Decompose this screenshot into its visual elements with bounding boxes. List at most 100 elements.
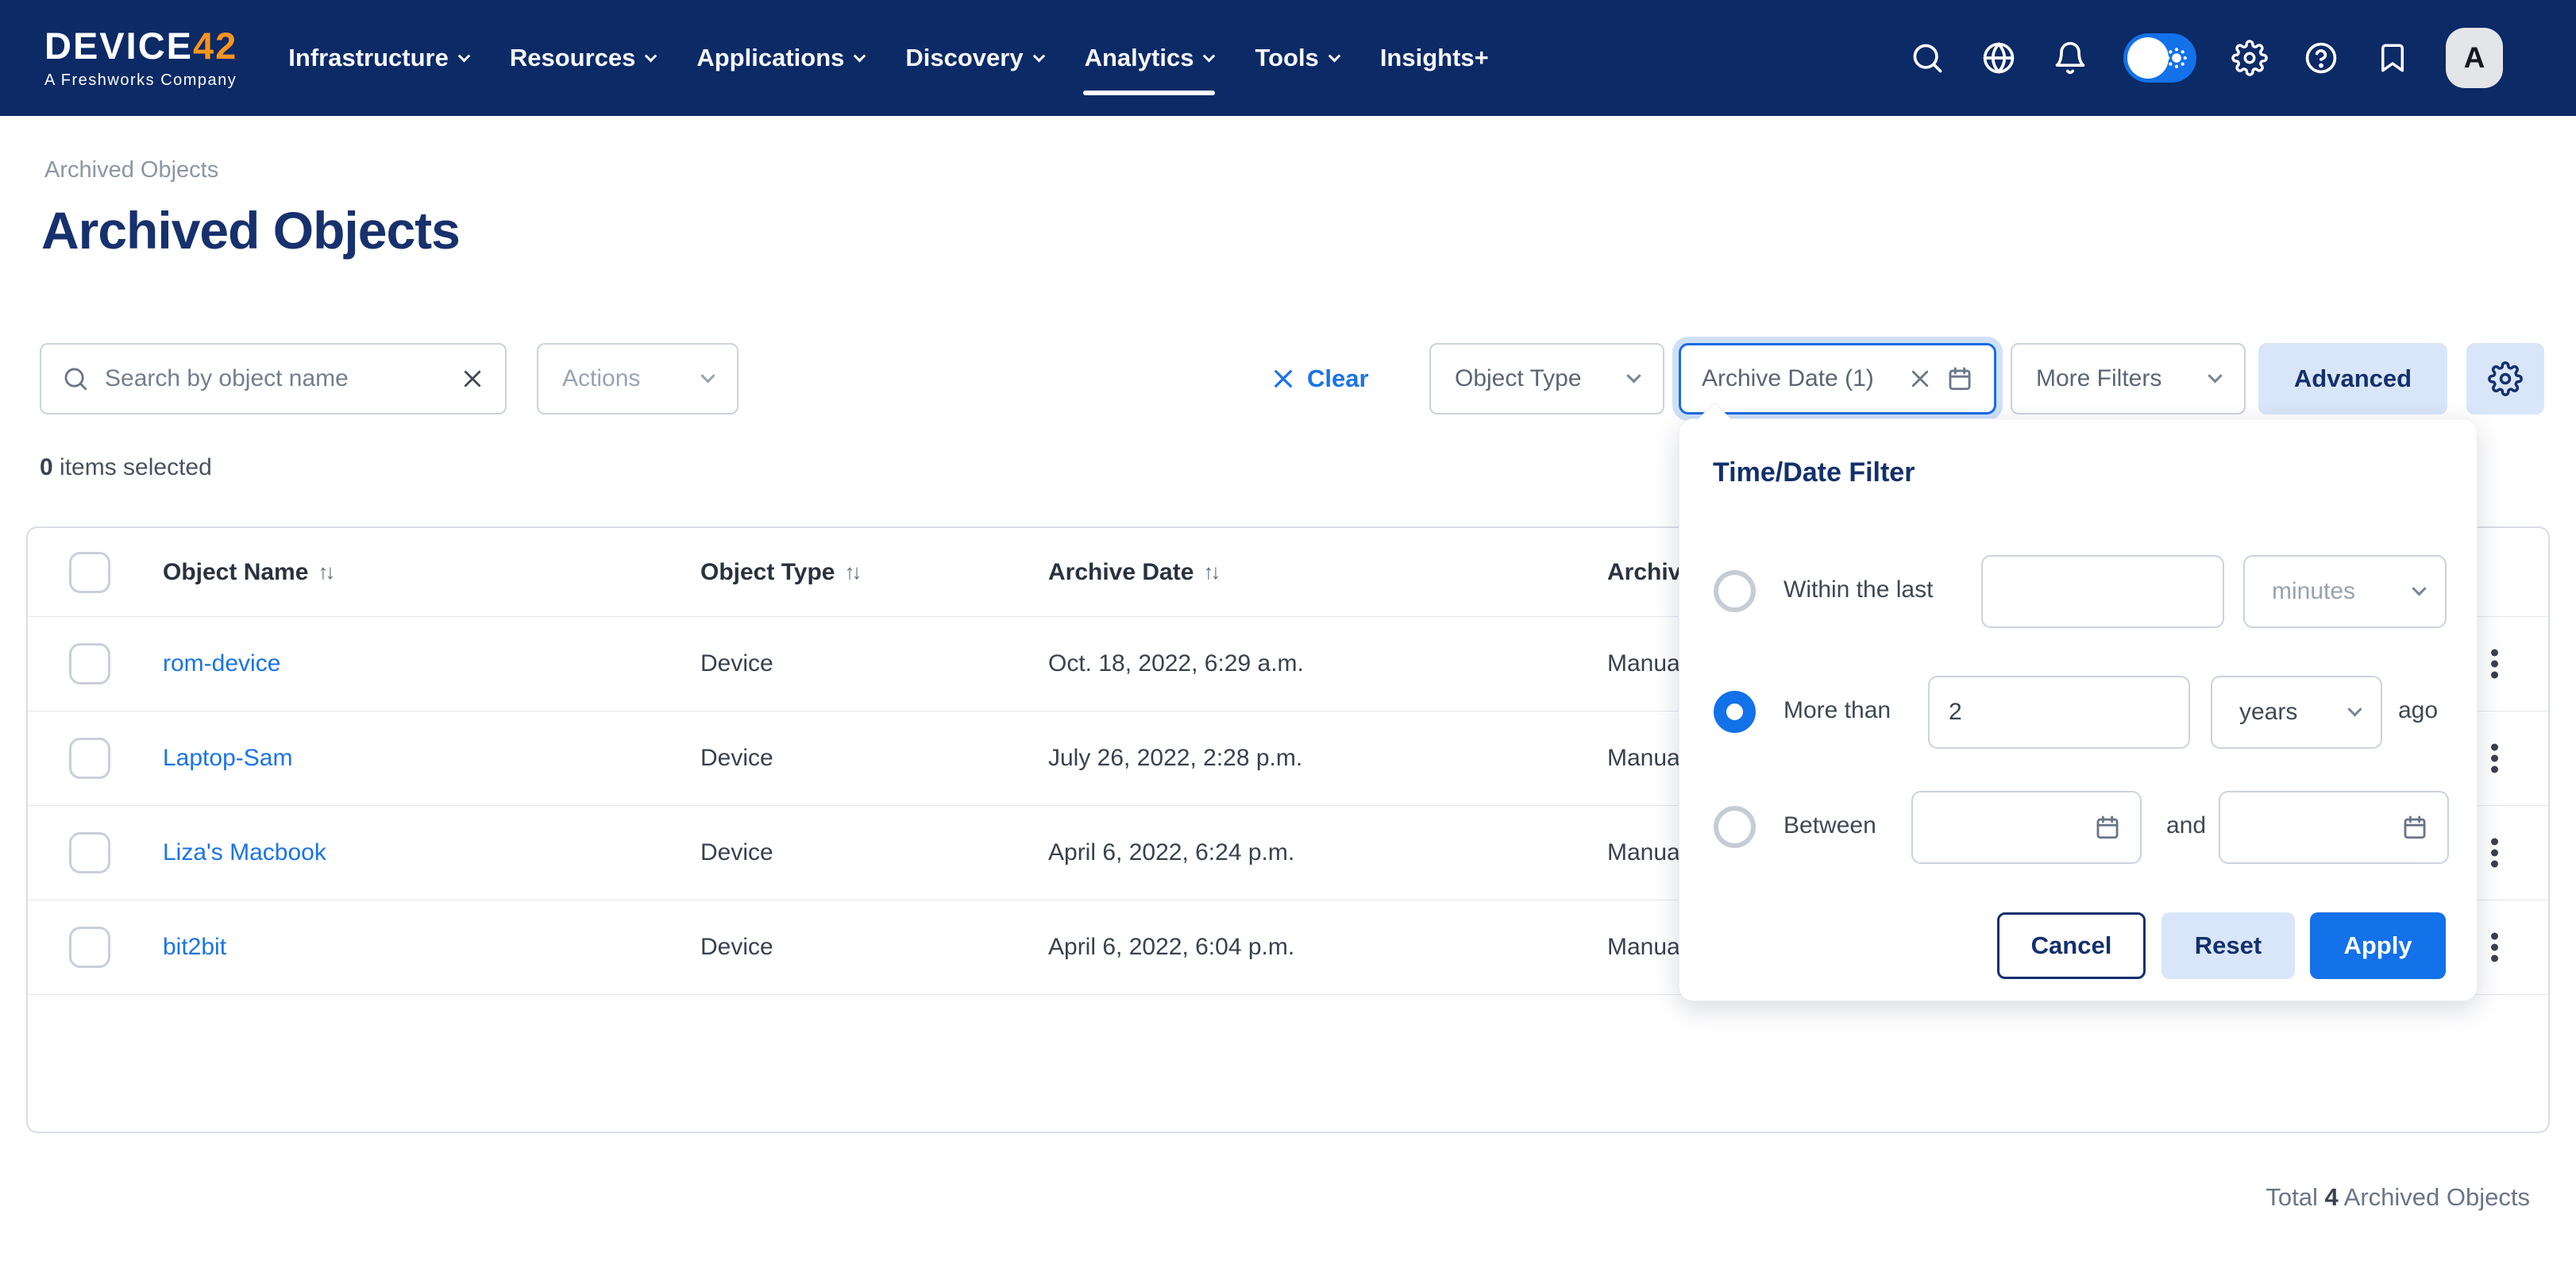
nav-item-tools[interactable]: Tools [1255, 0, 1338, 116]
column-header-archive-date[interactable]: Archive Date↑↓ [1048, 559, 1217, 586]
toolbar: Actions Clear Object Type Archive Date (… [0, 343, 2576, 414]
nav-item-resources[interactable]: Resources [510, 0, 656, 116]
chevron-down-icon [458, 49, 471, 62]
more-filters-dropdown[interactable]: More Filters [2011, 343, 2246, 414]
clear-search-icon[interactable] [461, 367, 484, 391]
object-type-cell: Device [700, 839, 773, 866]
more-than-unit-select[interactable]: years [2211, 676, 2382, 749]
search-input[interactable] [105, 365, 461, 392]
between-from-field [1911, 791, 2142, 864]
calendar-icon[interactable] [2401, 814, 2428, 841]
more-than-label[interactable]: More than [1784, 697, 1891, 724]
clear-x-icon [1271, 366, 1296, 391]
between-to-field [2219, 791, 2449, 864]
calendar-icon[interactable] [2094, 814, 2121, 841]
device42-logo[interactable]: DEVICE42 A Freshworks Company [44, 27, 237, 90]
sun-icon [2165, 46, 2188, 70]
object-type-cell: Device [700, 934, 773, 961]
apply-button[interactable]: Apply [2310, 912, 2446, 979]
object-name-link[interactable]: bit2bit [163, 934, 226, 961]
column-header-object-type[interactable]: Object Type↑↓ [700, 559, 858, 586]
nav-item-discovery[interactable]: Discovery [905, 0, 1043, 116]
archived-by-cell: Manual [1607, 934, 1685, 961]
within-last-value-input[interactable] [2002, 578, 2204, 605]
globe-icon[interactable] [1980, 40, 2017, 76]
chevron-down-icon [1328, 49, 1341, 62]
search-icon[interactable] [1909, 40, 1945, 76]
chevron-down-icon [854, 49, 866, 62]
object-type-cell: Device [700, 650, 773, 677]
chevron-down-icon [700, 368, 715, 383]
cancel-button[interactable]: Cancel [1997, 912, 2146, 979]
row-menu-kebab-icon[interactable] [2486, 641, 2503, 688]
object-name-link[interactable]: rom-device [163, 650, 280, 677]
brand-tagline: A Freshworks Company [44, 71, 237, 90]
archive-date-filter[interactable]: Archive Date (1) [1679, 343, 1996, 414]
ago-label: ago [2398, 697, 2438, 724]
within-last-radio[interactable] [1714, 570, 1756, 612]
sort-icon: ↑↓ [1203, 560, 1217, 584]
breadcrumb[interactable]: Archived Objects [44, 157, 218, 183]
page-title: Archived Objects [41, 200, 460, 260]
settings-gear-icon[interactable] [2231, 40, 2268, 76]
sort-icon: ↑↓ [318, 560, 332, 584]
sort-icon: ↑↓ [844, 560, 858, 584]
between-to-input[interactable] [2239, 814, 2401, 841]
row-checkbox[interactable] [69, 927, 110, 968]
row-menu-kebab-icon[interactable] [2486, 924, 2503, 971]
user-avatar[interactable]: A [2446, 28, 2503, 88]
select-all-checkbox[interactable] [69, 552, 110, 593]
main-nav: Infrastructure Resources Applications Di… [288, 0, 1488, 116]
within-last-label[interactable]: Within the last [1784, 576, 1933, 603]
theme-toggle[interactable] [2123, 33, 2196, 83]
row-menu-kebab-icon[interactable] [2486, 735, 2503, 782]
help-icon[interactable] [2303, 40, 2339, 76]
row-checkbox[interactable] [69, 643, 110, 684]
between-radio[interactable] [1714, 806, 1756, 848]
search-box [40, 343, 507, 414]
within-last-unit-select[interactable]: minutes [2243, 555, 2447, 628]
gear-icon [2488, 361, 2523, 396]
bookmark-icon[interactable] [2374, 40, 2411, 76]
total-count: Total 4 Archived Objects [2266, 1183, 2530, 1212]
more-than-value-input[interactable] [1949, 699, 2169, 726]
toggle-knob [2127, 37, 2169, 79]
object-name-link[interactable]: Liza's Macbook [163, 839, 326, 866]
table-settings-button[interactable] [2466, 343, 2544, 414]
popup-title: Time/Date Filter [1713, 457, 1915, 488]
chevron-down-icon [1032, 49, 1045, 62]
between-label[interactable]: Between [1784, 812, 1876, 839]
object-type-filter[interactable]: Object Type [1429, 343, 1664, 414]
nav-item-insights[interactable]: Insights+ [1380, 0, 1489, 116]
chevron-down-icon [1626, 368, 1641, 383]
navbar-actions: A [1909, 28, 2503, 88]
top-navbar: DEVICE42 A Freshworks Company Infrastruc… [0, 0, 2576, 116]
between-from-input[interactable] [1932, 814, 2094, 841]
reset-button[interactable]: Reset [2161, 912, 2295, 979]
nav-item-applications[interactable]: Applications [696, 0, 864, 116]
actions-dropdown[interactable]: Actions [537, 343, 738, 414]
archive-date-cell: July 26, 2022, 2:28 p.m. [1048, 745, 1302, 772]
object-name-link[interactable]: Laptop-Sam [163, 745, 292, 772]
row-checkbox[interactable] [69, 738, 110, 779]
remove-filter-x-icon[interactable] [1908, 367, 1932, 391]
chevron-down-icon [1203, 49, 1216, 62]
advanced-button[interactable]: Advanced [2258, 343, 2447, 414]
archive-date-cell: April 6, 2022, 6:04 p.m. [1048, 934, 1294, 961]
notifications-bell-icon[interactable] [2052, 40, 2088, 76]
chevron-down-icon [2412, 581, 2426, 596]
nav-item-infrastructure[interactable]: Infrastructure [288, 0, 469, 116]
archived-by-cell: Manual [1607, 745, 1685, 772]
selection-count: 0 items selected [40, 454, 212, 481]
clear-filters-button[interactable]: Clear [1271, 343, 1369, 414]
row-checkbox[interactable] [69, 832, 110, 873]
archived-by-cell: Manual [1607, 839, 1685, 866]
search-icon [62, 365, 89, 392]
and-label: and [2166, 812, 2206, 839]
column-header-object-name[interactable]: Object Name↑↓ [163, 559, 332, 586]
row-menu-kebab-icon[interactable] [2486, 830, 2503, 877]
nav-item-analytics[interactable]: Analytics [1085, 0, 1214, 116]
brand-number: 42 [193, 25, 237, 67]
archive-date-cell: Oct. 18, 2022, 6:29 a.m. [1048, 650, 1304, 677]
more-than-radio[interactable] [1714, 691, 1756, 733]
